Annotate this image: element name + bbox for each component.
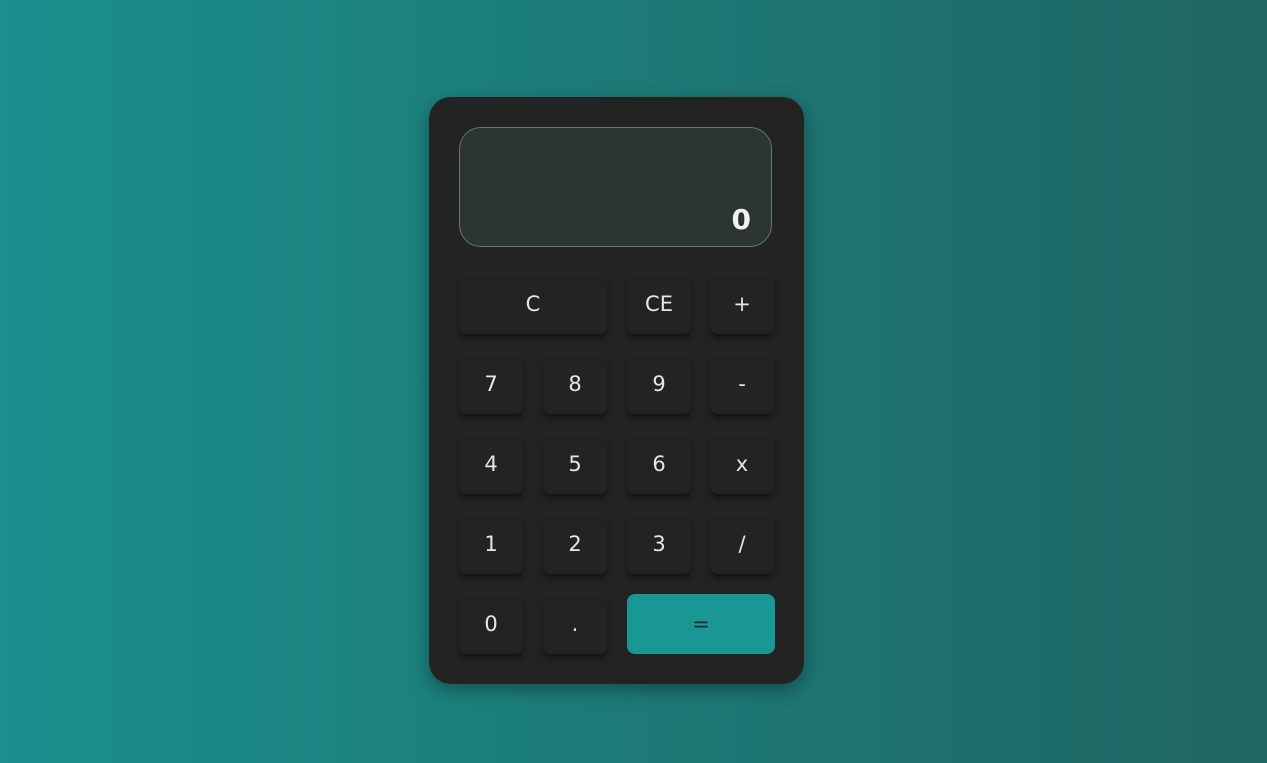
digit-1-button[interactable]: 1 xyxy=(459,514,523,574)
divide-button[interactable]: / xyxy=(710,514,774,574)
digit-9-button[interactable]: 9 xyxy=(627,354,691,414)
decimal-button[interactable]: . xyxy=(543,594,607,654)
calculator: 0 C CE + 7 8 9 - 4 5 6 x 1 2 3 / 0 . = xyxy=(429,97,804,684)
clear-button[interactable]: C xyxy=(459,274,607,334)
calculator-display: 0 xyxy=(459,127,772,247)
digit-3-button[interactable]: 3 xyxy=(627,514,691,574)
digit-8-button[interactable]: 8 xyxy=(543,354,607,414)
display-value: 0 xyxy=(731,203,751,236)
digit-4-button[interactable]: 4 xyxy=(459,434,523,494)
subtract-button[interactable]: - xyxy=(710,354,774,414)
clear-entry-button[interactable]: CE xyxy=(627,274,691,334)
digit-2-button[interactable]: 2 xyxy=(543,514,607,574)
equals-button[interactable]: = xyxy=(627,594,775,654)
digit-6-button[interactable]: 6 xyxy=(627,434,691,494)
digit-5-button[interactable]: 5 xyxy=(543,434,607,494)
multiply-button[interactable]: x xyxy=(710,434,774,494)
digit-7-button[interactable]: 7 xyxy=(459,354,523,414)
add-button[interactable]: + xyxy=(710,274,774,334)
digit-0-button[interactable]: 0 xyxy=(459,594,523,654)
